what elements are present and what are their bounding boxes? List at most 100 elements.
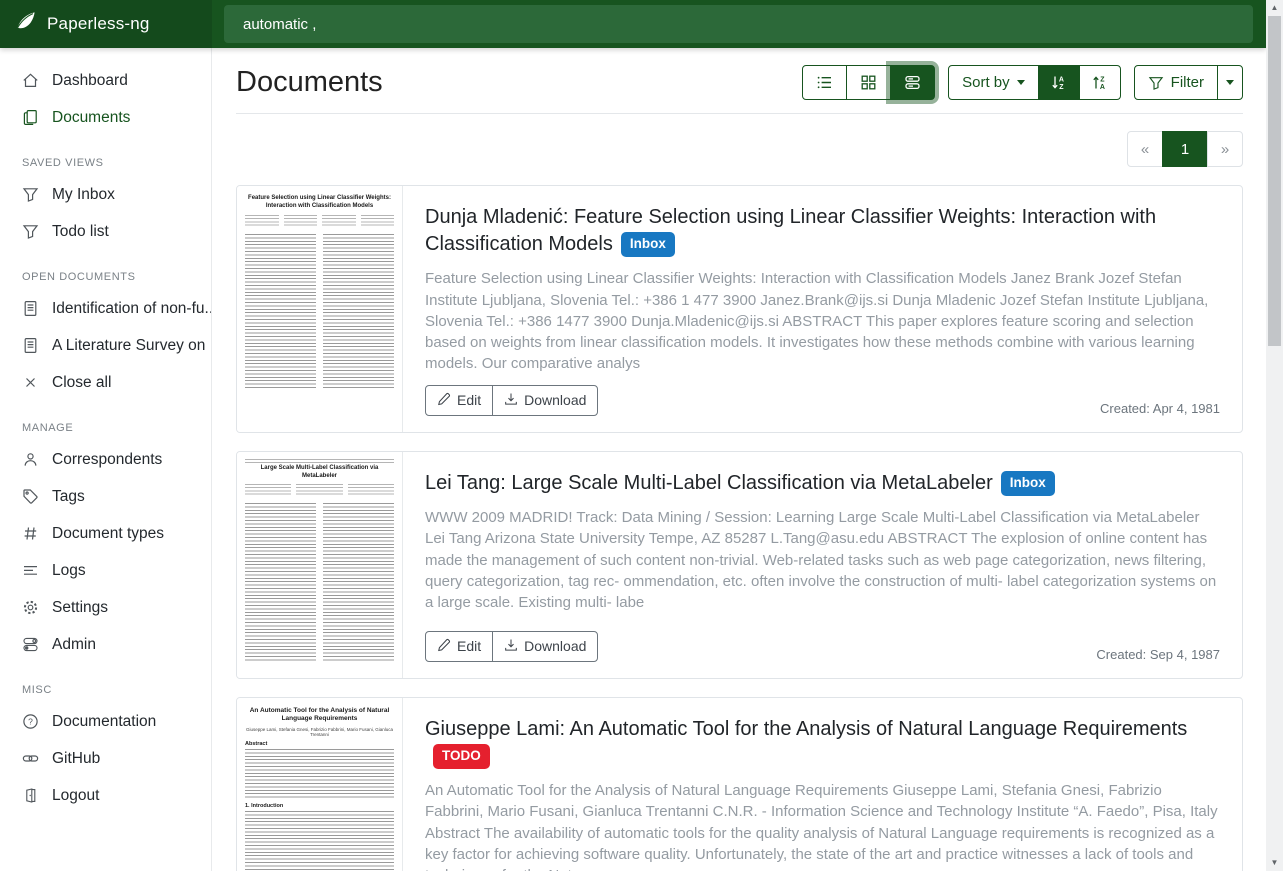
tag-badge[interactable]: TODO [433,744,490,769]
sidebar-item-label: Documents [52,109,130,127]
link-icon [22,750,39,767]
sort-descending-button[interactable]: AZ [1038,65,1080,100]
sidebar-item-tags[interactable]: Tags [0,478,211,515]
thumbnail-title: An Automatic Tool for the Analysis of Na… [245,707,394,724]
toolbar: Sort by AZ ZA [802,65,1243,100]
sort-by-dropdown[interactable]: Sort by [948,65,1039,100]
thumbnail-body-text [245,811,394,871]
filter-dropdown-toggle[interactable] [1217,65,1243,100]
sidebar-item-label: Logout [52,787,99,805]
sidebar-item-logout[interactable]: Logout [0,777,211,814]
thumbnail-abstract-text [245,749,394,799]
document-description: An Automatic Tool for the Analysis of Na… [425,780,1220,871]
filter-group: Filter [1134,65,1243,100]
sidebar-item-admin[interactable]: Admin [0,626,211,663]
document-thumbnail[interactable]: Large Scale Multi-Label Classification v… [237,452,403,678]
thumbnail-authors [245,215,394,228]
main-content: Documents [212,48,1266,871]
sort-ascending-button[interactable]: ZA [1079,65,1121,100]
sidebar-item-todo-list[interactable]: Todo list [0,213,211,250]
edit-button[interactable]: Edit [425,631,493,662]
scrollbar-thumb[interactable] [1268,16,1281,346]
sidebar-item-open-doc-1[interactable]: Identification of non-fu... [0,290,211,327]
document-title-row: Lei Tang: Large Scale Multi-Label Classi… [425,470,1220,498]
download-icon [504,392,518,409]
list-view-button[interactable] [802,65,847,100]
created-date: Created: Sep 4, 1987 [1096,647,1220,662]
sidebar-item-my-inbox[interactable]: My Inbox [0,176,211,213]
person-icon [22,451,39,468]
page-title: Documents [236,66,383,99]
scrollbar-up-arrow[interactable]: ▲ [1266,0,1283,16]
sidebar-item-github[interactable]: GitHub [0,740,211,777]
sidebar-item-open-doc-2[interactable]: A Literature Survey on ... [0,327,211,364]
sidebar-item-settings[interactable]: Settings [0,589,211,626]
document-title-link[interactable]: Dunja Mladenić: Feature Selection using … [425,206,1156,255]
sort-by-label: Sort by [962,74,1010,91]
door-open-icon [22,787,39,804]
sidebar-item-label: A Literature Survey on ... [52,337,211,355]
pagination-prev-button[interactable]: « [1127,131,1163,167]
pagination: « 1 » [1127,131,1243,167]
sidebar-item-label: My Inbox [52,186,115,204]
sidebar-item-dashboard[interactable]: Dashboard [0,62,211,99]
sidebar-item-label: Tags [52,488,85,506]
thumbnail-text-columns [245,503,394,661]
sidebar-item-documents[interactable]: Documents [0,99,211,136]
thumbnail-abstract-heading: Abstract [245,741,394,747]
grid-view-icon [860,74,877,91]
document-description: Feature Selection using Linear Classifie… [425,268,1220,374]
svg-text:Z: Z [1059,84,1064,91]
edit-label: Edit [457,392,481,408]
scrollbar-down-arrow[interactable]: ▼ [1266,855,1283,871]
sidebar-item-logs[interactable]: Logs [0,552,211,589]
question-circle-icon: ? [22,713,39,730]
sidebar-item-label: Todo list [52,223,109,241]
search-bar [212,0,1266,48]
sidebar-item-correspondents[interactable]: Correspondents [0,441,211,478]
sidebar-item-documentation[interactable]: ? Documentation [0,703,211,740]
sidebar-item-label: Correspondents [52,451,162,469]
header-divider [236,113,1243,114]
document-card: Large Scale Multi-Label Classification v… [236,451,1243,679]
download-icon [504,638,518,655]
pagination-page-1[interactable]: 1 [1162,131,1208,167]
thumbnail-title: Large Scale Multi-Label Classification v… [245,465,394,481]
file-text-icon [22,300,39,317]
edit-button[interactable]: Edit [425,385,493,416]
sidebar-item-label: Logs [52,562,86,580]
tag-badge[interactable]: Inbox [621,232,675,257]
grid-view-button[interactable] [846,65,891,100]
sidebar-item-label: Identification of non-fu... [52,300,211,318]
filter-button[interactable]: Filter [1134,65,1218,100]
filter-label: Filter [1171,74,1204,91]
sidebar-item-label: GitHub [52,750,100,768]
documents-icon [22,109,39,126]
chevron-down-icon [1226,80,1234,85]
download-button[interactable]: Download [492,631,598,662]
sidebar-item-close-all[interactable]: Close all [0,364,211,401]
document-thumbnail[interactable]: An Automatic Tool for the Analysis of Na… [237,698,403,871]
document-title-row: Dunja Mladenić: Feature Selection using … [425,204,1220,259]
list-view-icon [816,74,833,91]
svg-text:?: ? [28,717,33,727]
close-icon [22,374,39,391]
details-view-button[interactable] [890,65,935,100]
app-brand[interactable]: Paperless-ng [0,0,212,48]
pagination-next-button[interactable]: » [1207,131,1243,167]
document-title-link[interactable]: Lei Tang: Large Scale Multi-Label Classi… [425,472,993,494]
tag-badge[interactable]: Inbox [1001,471,1055,496]
download-button[interactable]: Download [492,385,598,416]
document-description: WWW 2009 MADRID! Track: Data Mining / Se… [425,507,1220,613]
thumbnail-header [245,459,394,463]
document-thumbnail[interactable]: Feature Selection using Linear Classifie… [237,186,403,432]
thumbnail-text-columns [245,234,394,390]
sidebar-section-open-documents: OPEN DOCUMENTS [0,264,211,290]
sidebar-item-label: Documentation [52,713,156,731]
search-input[interactable] [224,5,1253,43]
funnel-icon [22,186,39,203]
document-title-link[interactable]: Giuseppe Lami: An Automatic Tool for the… [425,718,1187,740]
top-navbar: Paperless-ng [0,0,1266,48]
sidebar-item-document-types[interactable]: Document types [0,515,211,552]
file-text-icon [22,337,39,354]
